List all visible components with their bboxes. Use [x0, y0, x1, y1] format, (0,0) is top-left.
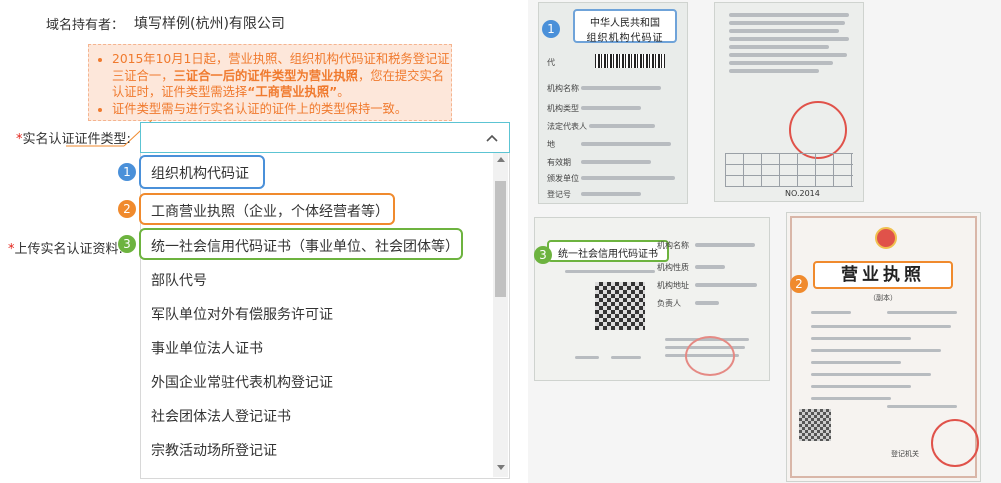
- license-qr-code: [799, 409, 831, 441]
- notice-text: 2015年10月1日起，营业执照、组织机构代码证和税务登记证三证合一，三证合一后…: [98, 51, 450, 117]
- national-emblem-icon: [875, 227, 897, 249]
- cert-type-label: *实名认证证件类型:: [16, 132, 131, 147]
- highlight-business-license: [139, 193, 395, 225]
- scrollbar-thumb[interactable]: [495, 181, 506, 297]
- badge-1: 1: [118, 163, 136, 181]
- option-religious-venue[interactable]: 宗教活动场所登记证: [151, 440, 277, 460]
- social-credit-cert: 统一社会信用代码证书 机构名称 机构性质 机构地址 负责人: [534, 217, 770, 381]
- option-social-group-cert[interactable]: 社会团体法人登记证书: [151, 406, 291, 426]
- qr-code: [595, 282, 645, 330]
- doc-badge-2: 2: [790, 275, 808, 293]
- badge-2: 2: [118, 200, 136, 218]
- scroll-up-arrow-icon[interactable]: [497, 157, 505, 162]
- notice-item-1: 2015年10月1日起，营业执照、组织机构代码证和税务登记证三证合一，三证合一后…: [112, 51, 450, 101]
- option-military-service-permit[interactable]: 军队单位对外有偿服务许可证: [151, 304, 333, 324]
- notice-item-2: 证件类型需与进行实名认证的证件上的类型保持一致。: [112, 101, 450, 118]
- highlight-social-credit: [139, 228, 463, 260]
- org-code-cert-front: 中华人民共和国 组织机构代码证 代 机构名称 机构类型 法定代表人 地 有效期 …: [538, 2, 688, 204]
- badge-3: 3: [118, 235, 136, 253]
- option-foreign-rep-office[interactable]: 外国企业常驻代表机构登记证: [151, 372, 333, 392]
- upload-label: *上传实名认证资料:: [8, 242, 123, 257]
- doc-badge-1: 1: [542, 20, 560, 38]
- org-code-cert-back: NO.2014: [714, 2, 864, 202]
- owner-value: 填写样例(杭州)有限公司: [134, 16, 285, 32]
- record-grid: [725, 153, 853, 187]
- option-institution-cert[interactable]: 事业单位法人证书: [151, 338, 263, 358]
- scroll-down-arrow-icon[interactable]: [497, 465, 505, 470]
- license-seal: [931, 419, 979, 467]
- option-military-code[interactable]: 部队代号: [151, 270, 207, 290]
- highlight-org-code: [139, 155, 265, 189]
- cert-type-select[interactable]: [140, 122, 510, 153]
- doc-badge-3: 3: [534, 246, 552, 264]
- org-code-title: 中华人民共和国 组织机构代码证: [573, 9, 677, 44]
- license-title: 营业执照: [813, 261, 953, 289]
- business-license: 营业执照 （副本） 登记机关: [786, 212, 981, 482]
- official-seal: [789, 101, 847, 159]
- social-credit-title: 统一社会信用代码证书: [547, 240, 669, 262]
- chevron-up-icon[interactable]: [485, 131, 499, 145]
- barcode: [595, 54, 665, 68]
- owner-label: 域名持有者：: [46, 18, 125, 33]
